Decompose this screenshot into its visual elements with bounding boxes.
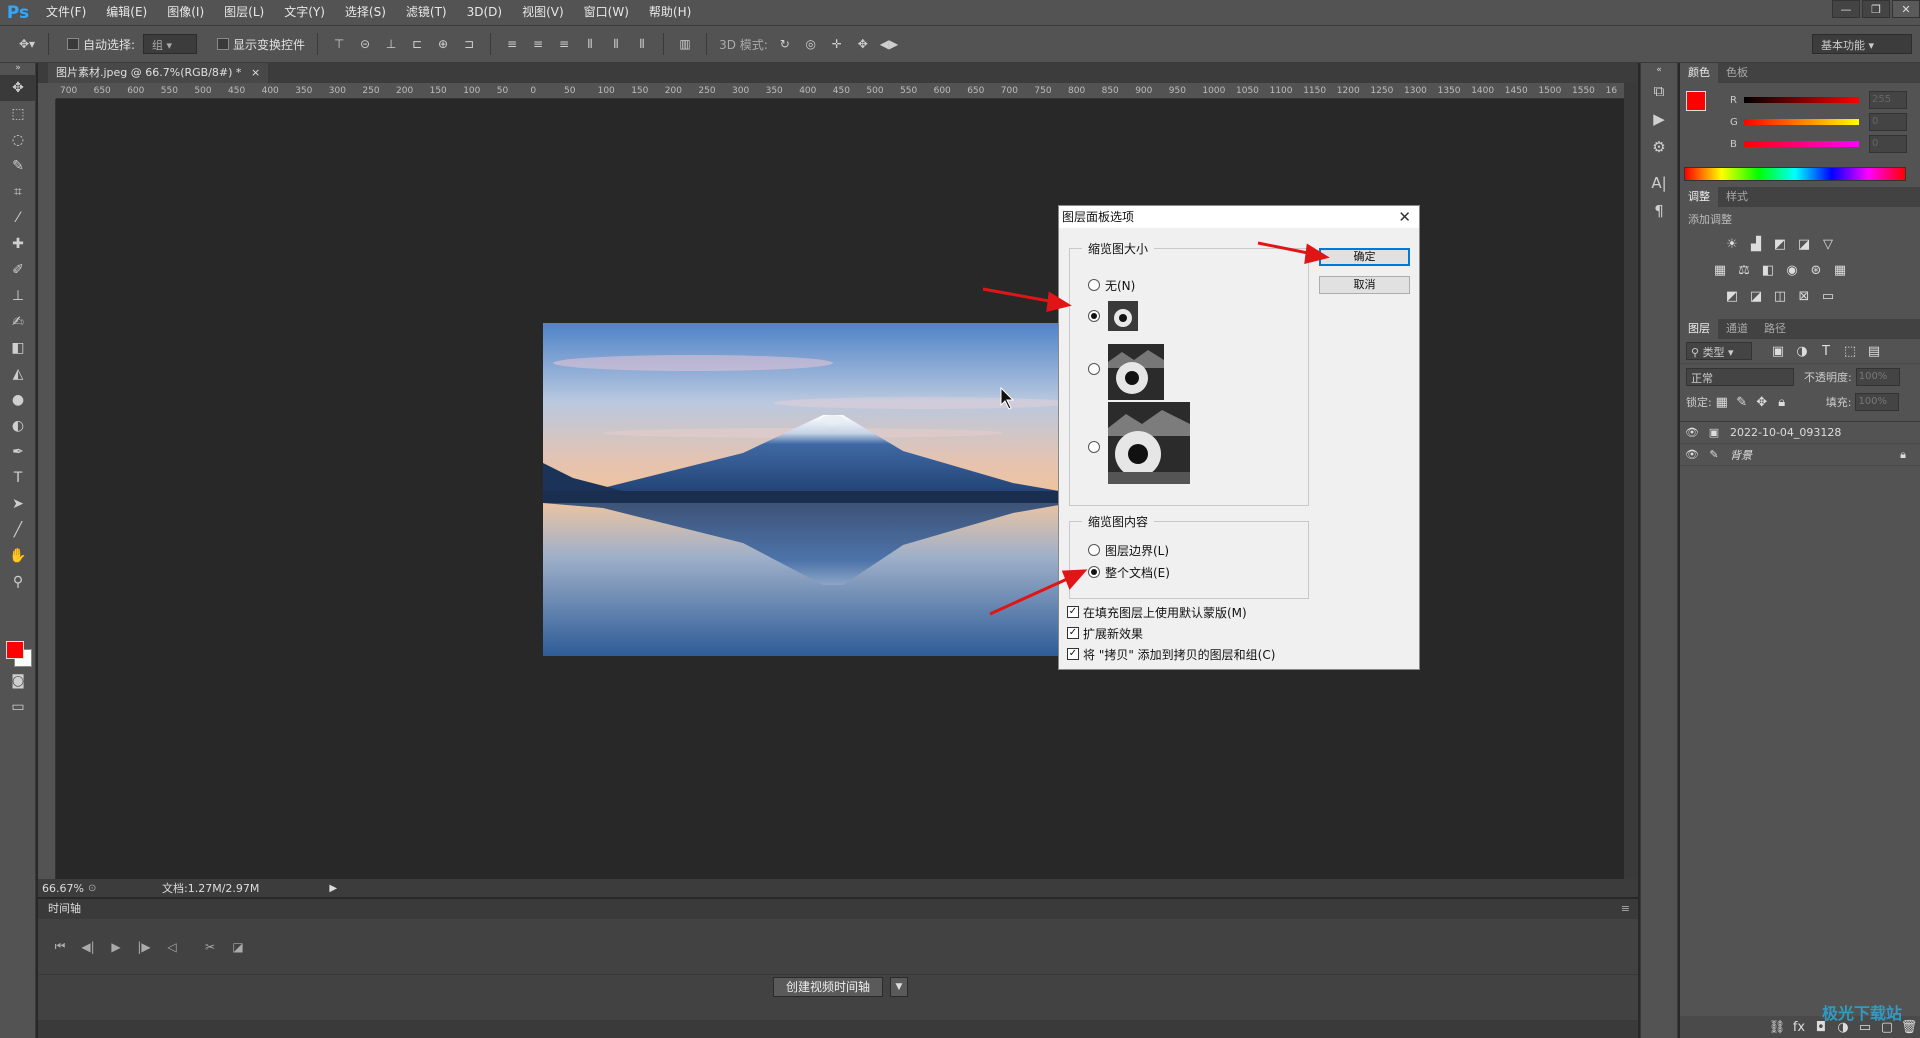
arrow-head-small-thumb bbox=[1046, 291, 1072, 312]
arrow-head-ok bbox=[1304, 243, 1330, 264]
arrow-to-whole-doc bbox=[989, 573, 1077, 616]
watermark-text: 极光下载站 bbox=[1821, 1004, 1902, 1023]
arrow-head-whole-doc bbox=[1061, 569, 1088, 590]
mouse-cursor-icon bbox=[1000, 386, 1015, 410]
annotation-arrows bbox=[982, 241, 1330, 616]
